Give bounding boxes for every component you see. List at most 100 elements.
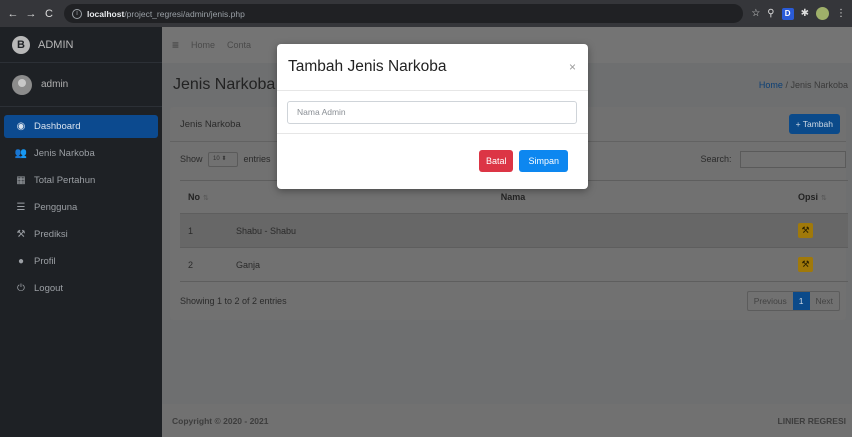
sidebar-item-total-pertahun[interactable]: ▦ Total Pertahun: [4, 169, 158, 192]
pagination-page-1[interactable]: 1: [792, 292, 810, 310]
users-icon: 👥: [14, 148, 28, 159]
power-icon: ⏻: [17, 283, 25, 294]
sidebar-item-prediksi[interactable]: ⚒ Prediksi: [4, 223, 158, 246]
sidebar-item-jenis-narkoba[interactable]: 👥 Jenis Narkoba: [4, 142, 158, 165]
star-icon[interactable]: ☆: [751, 8, 760, 19]
edit-button[interactable]: ⚒: [798, 223, 813, 238]
wrench-icon: ⚒: [801, 259, 810, 269]
sidebar: B ADMIN admin ◉ Dashboard 👥 Jenis Narkob…: [0, 27, 162, 437]
sidebar-item-label: Jenis Narkoba: [34, 148, 95, 159]
modal-body: [277, 91, 588, 134]
hamburger-icon[interactable]: ≡: [172, 38, 179, 52]
pagination-next[interactable]: Next: [810, 292, 839, 310]
cell-opsi: ⚒: [790, 247, 848, 282]
entries-label: entries: [243, 153, 271, 164]
location-icon[interactable]: ⚲: [767, 8, 774, 19]
cell-nama: Ganja: [228, 247, 790, 282]
cell-opsi: ⚒: [790, 213, 848, 248]
user-panel[interactable]: admin: [0, 63, 162, 107]
add-jenis-modal: Tambah Jenis Narkoba × Batal Simpan: [277, 44, 588, 189]
info-icon[interactable]: i: [72, 8, 82, 19]
sidebar-item-logout[interactable]: ⏻ Logout: [4, 277, 158, 300]
footer-brand: LINIER REGRESI: [777, 415, 846, 426]
column-header-opsi[interactable]: Opsi ⇅: [790, 180, 848, 214]
puzzle-icon[interactable]: ✱: [801, 8, 809, 19]
sort-icon: ⇅: [821, 195, 827, 202]
wrench-icon: ⚒: [801, 225, 810, 235]
forward-icon[interactable]: →: [24, 8, 38, 20]
dashboard-icon: ◉: [16, 121, 26, 132]
sidebar-item-label: Total Pertahun: [34, 175, 96, 186]
brand-name: ADMIN: [38, 38, 74, 51]
page-title: Jenis Narkoba: [173, 76, 276, 93]
entries-select[interactable]: 10 ⬍: [208, 151, 239, 167]
nav-link-home[interactable]: Home: [191, 40, 215, 50]
sidebar-item-label: Profil: [34, 256, 56, 267]
length-control: Show 10 ⬍ entries: [180, 151, 271, 167]
search-label: Search:: [700, 153, 732, 164]
plus-icon: +: [795, 119, 801, 129]
breadcrumb-current: Jenis Narkoba: [790, 80, 848, 90]
sidebar-item-profil[interactable]: ● Profil: [4, 250, 158, 273]
profile-avatar-icon[interactable]: [816, 7, 829, 20]
add-button-label: Tambah: [802, 119, 833, 129]
cell-nama: Shabu - Shabu: [228, 213, 790, 248]
pagination-previous[interactable]: Previous: [748, 292, 793, 310]
nama-input[interactable]: [287, 100, 577, 124]
close-icon[interactable]: ×: [569, 60, 576, 74]
address-bar[interactable]: i localhost /project_regresi/admin/jenis…: [64, 4, 744, 23]
kebab-menu-icon[interactable]: ⋮: [836, 8, 846, 19]
nav-link-contact[interactable]: Conta: [227, 40, 251, 50]
cell-no: 2: [180, 247, 228, 282]
sidebar-item-dashboard[interactable]: ◉ Dashboard: [4, 115, 158, 138]
modal-title: Tambah Jenis Narkoba: [288, 58, 447, 75]
cell-no: 1: [180, 213, 228, 248]
sidebar-item-label: Logout: [34, 283, 64, 294]
user-name: admin: [41, 79, 69, 90]
url-host: localhost: [87, 8, 125, 19]
column-header-label: Nama: [500, 192, 526, 202]
modal-footer: Batal Simpan: [277, 134, 588, 187]
extensions-area: ☆ ⚲ D ✱ ⋮: [751, 7, 846, 20]
footer-copyright: Copyright © 2020 - 2021: [172, 415, 269, 426]
sidebar-item-label: Dashboard: [34, 121, 81, 132]
search-control: Search:: [700, 150, 846, 168]
table-row: 2 Ganja ⚒: [180, 247, 848, 282]
table-footer: Showing 1 to 2 of 2 entries Previous 1 N…: [170, 282, 846, 320]
cancel-button[interactable]: Batal: [478, 149, 514, 172]
brand-logo-icon: B: [12, 35, 30, 54]
page-footer: Copyright © 2020 - 2021 LINIER REGRESI: [162, 404, 852, 437]
column-header-no[interactable]: No ⇅: [180, 180, 228, 214]
extension-d-icon[interactable]: D: [781, 7, 794, 20]
data-table: No ⇅ Nama Opsi ⇅ 1 Shabu - Shabu ⚒ 2 Ganja…: [180, 180, 848, 282]
calendar-icon: ▦: [16, 175, 26, 186]
edit-button[interactable]: ⚒: [798, 257, 813, 272]
browser-toolbar: ← → C i localhost /project_regresi/admin…: [0, 0, 852, 27]
wrench-icon: ⚒: [16, 229, 26, 240]
sidebar-menu: ◉ Dashboard 👥 Jenis Narkoba ▦ Total Pert…: [0, 107, 162, 300]
entries-select-value: 10: [213, 155, 220, 162]
column-header-label: No: [188, 192, 200, 202]
avatar: [12, 74, 32, 95]
column-header-label: Opsi: [798, 192, 819, 202]
save-button[interactable]: Simpan: [519, 149, 568, 172]
breadcrumb-separator: /: [785, 80, 788, 90]
card-title: Jenis Narkoba: [180, 118, 241, 130]
sort-icon: ⇅: [203, 195, 209, 202]
breadcrumb-home[interactable]: Home: [759, 80, 783, 90]
sidebar-brand[interactable]: B ADMIN: [0, 27, 162, 63]
modal-header: Tambah Jenis Narkoba ×: [277, 44, 588, 91]
reload-icon[interactable]: C: [42, 8, 56, 20]
table-row: 1 Shabu - Shabu ⚒: [180, 213, 848, 248]
url-path: /project_regresi/admin/jenis.php: [124, 8, 245, 19]
user-icon: ●: [17, 256, 25, 267]
table-info: Showing 1 to 2 of 2 entries: [180, 296, 287, 306]
back-icon[interactable]: ←: [6, 8, 20, 20]
sidebar-item-label: Pengguna: [34, 202, 78, 213]
list-icon: ☰: [16, 202, 26, 213]
sidebar-item-pengguna[interactable]: ☰ Pengguna: [4, 196, 158, 219]
search-input[interactable]: [740, 150, 846, 168]
add-button[interactable]: + Tambah: [788, 114, 840, 134]
pagination: Previous 1 Next: [746, 291, 840, 311]
breadcrumb: Home / Jenis Narkoba: [759, 80, 848, 90]
